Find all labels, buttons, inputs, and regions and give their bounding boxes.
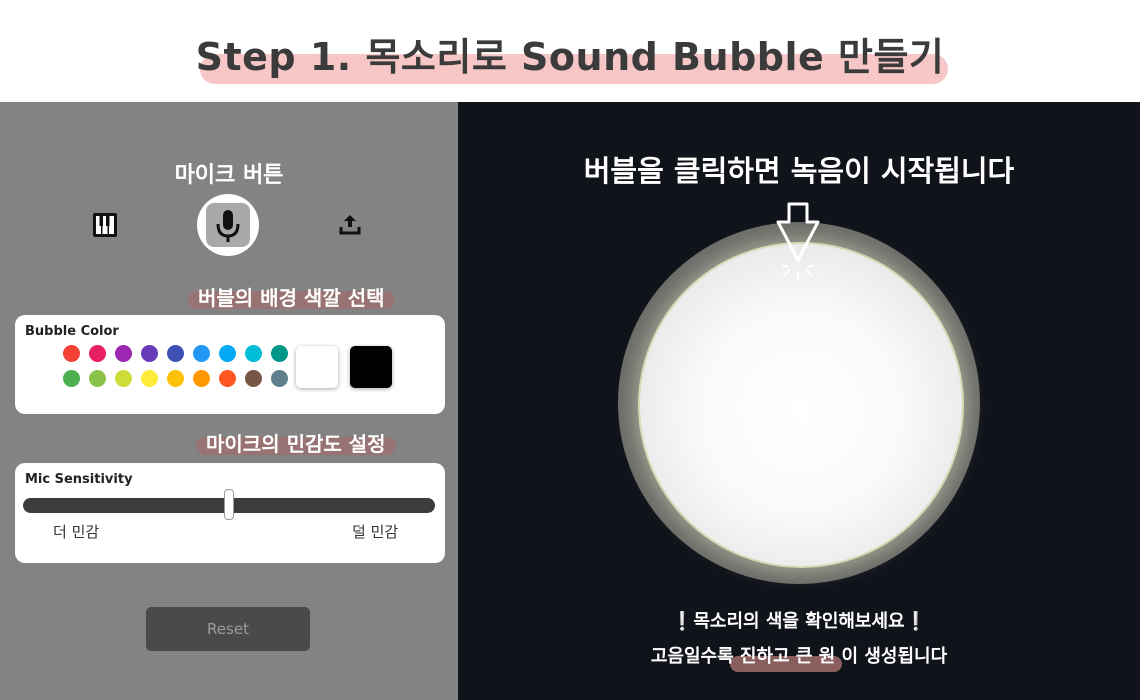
mic-sensitivity-label: 마이크의 민감도 설정 — [196, 428, 396, 457]
color-swatch[interactable] — [167, 345, 184, 362]
mic-button[interactable] — [197, 194, 259, 256]
reset-button[interactable]: Reset — [146, 607, 310, 651]
color-swatch[interactable] — [63, 370, 80, 387]
color-swatch[interactable] — [219, 345, 236, 362]
microphone-icon — [216, 210, 240, 242]
recording-instruction: 버블을 클릭하면 녹음이 시작됩니다 — [583, 154, 1015, 188]
control-panel: 마이크 버튼 버블의 배경 색깔 선택 Bubble Color 마이크의 민감… — [0, 102, 458, 700]
color-swatch[interactable] — [167, 370, 184, 387]
color-swatch[interactable] — [89, 345, 106, 362]
white-swatch[interactable] — [296, 346, 338, 388]
color-swatch[interactable] — [193, 370, 210, 387]
pointer-arrow-icon — [768, 200, 830, 286]
bubble-color-label: 버블의 배경 색깔 선택 — [188, 282, 395, 311]
color-swatch[interactable] — [271, 370, 288, 387]
bubble-stage: 버블을 클릭하면 녹음이 시작됩니다 ❕목소리의 색을 확인해보세요❕ 고음일수… — [458, 102, 1140, 700]
bubble-color-card: Bubble Color — [15, 315, 445, 414]
color-swatch[interactable] — [245, 370, 262, 387]
less-sensitive-label: 덜 민감 — [352, 523, 399, 541]
page-title: Step 1. 목소리로 Sound Bubble 만들기 — [195, 35, 945, 79]
pitch-note: 고음일수록 진하고 큰 원 이 생성됩니다 — [650, 646, 948, 667]
color-swatch[interactable] — [141, 345, 158, 362]
color-swatch[interactable] — [271, 345, 288, 362]
color-swatch[interactable] — [219, 370, 236, 387]
sensitivity-slider-thumb[interactable] — [224, 489, 234, 520]
color-swatch[interactable] — [115, 370, 132, 387]
color-swatch[interactable] — [193, 345, 210, 362]
bubble-color-title: Bubble Color — [25, 324, 119, 339]
upload-icon[interactable] — [338, 212, 362, 240]
color-swatch[interactable] — [245, 345, 262, 362]
color-swatch[interactable] — [89, 370, 106, 387]
mic-button-heading: 마이크 버튼 — [174, 163, 284, 188]
tool-row — [0, 194, 458, 256]
mic-button-inner — [206, 203, 250, 247]
voice-color-note: ❕목소리의 색을 확인해보세요❕ — [670, 611, 928, 632]
mic-sensitivity-card: Mic Sensitivity 더 민감 덜 민감 — [15, 463, 445, 563]
piano-icon[interactable] — [92, 212, 118, 242]
color-swatch[interactable] — [141, 370, 158, 387]
more-sensitive-label: 더 민감 — [53, 523, 100, 541]
black-swatch[interactable] — [350, 346, 392, 388]
page-header: Step 1. 목소리로 Sound Bubble 만들기 — [0, 0, 1140, 102]
sound-bubble[interactable] — [638, 242, 964, 568]
mic-sensitivity-title: Mic Sensitivity — [25, 472, 133, 487]
color-swatch[interactable] — [115, 345, 132, 362]
color-swatch[interactable] — [63, 345, 80, 362]
